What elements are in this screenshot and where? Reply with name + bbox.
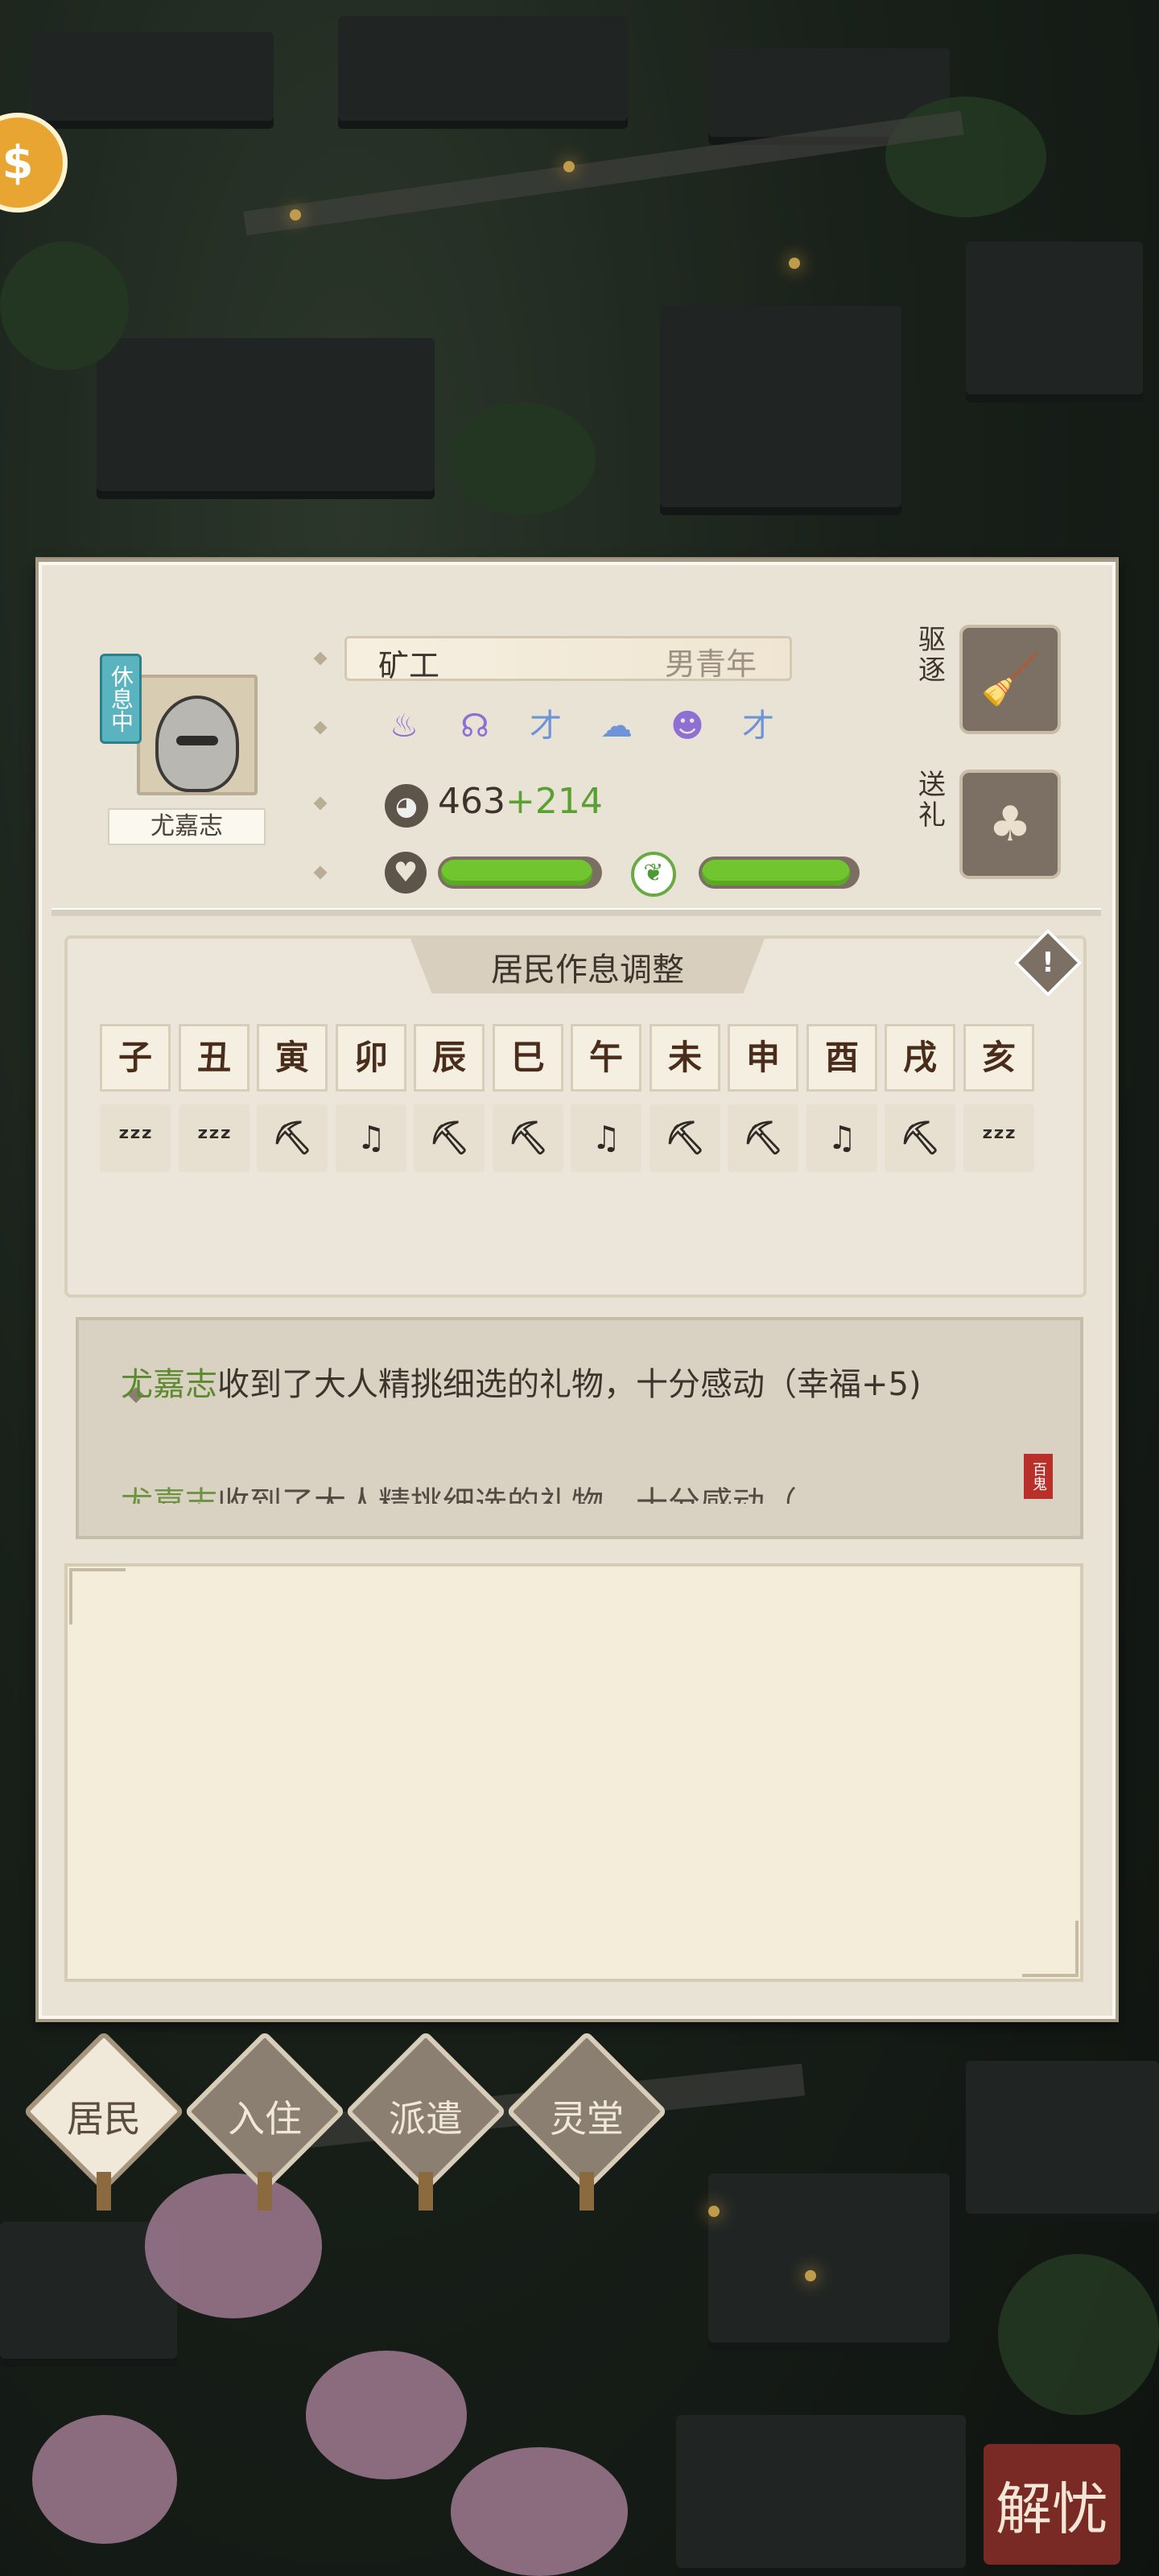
sleep-icon[interactable]: ᶻᶻᶻ <box>963 1104 1034 1172</box>
ability-value: 463+214 <box>438 781 603 822</box>
heart-icon: ♥ <box>385 852 427 894</box>
music-rest-icon[interactable]: ♫ <box>806 1104 877 1172</box>
blue-brush-icon[interactable]: 才 <box>739 707 777 745</box>
happiness-bar <box>438 857 602 889</box>
tab-residents[interactable]: 居民 <box>23 2030 185 2211</box>
sleep-icon[interactable]: ᶻᶻᶻ <box>179 1104 250 1172</box>
blue-fish-icon[interactable]: ☁ <box>597 707 636 745</box>
hour-slot: 亥 <box>963 1024 1034 1092</box>
gender-age: 男青年 <box>665 646 757 682</box>
hour-slot: 申 <box>728 1024 798 1092</box>
hour-slot: 午 <box>571 1024 641 1092</box>
hour-slot: 寅 <box>257 1024 328 1092</box>
content-area <box>64 1563 1083 1982</box>
relieve-worries-button[interactable]: 解忧 <box>984 2444 1120 2565</box>
avatar[interactable] <box>137 675 258 795</box>
hour-slot: 卯 <box>336 1024 406 1092</box>
resident-name: 尤嘉志 <box>108 808 266 845</box>
tab-label: 灵堂 <box>550 2097 624 2140</box>
hour-slot: 子 <box>100 1024 171 1092</box>
divider <box>52 908 1101 916</box>
log-entry-name: 尤嘉志 <box>121 1366 217 1403</box>
gift-bag-icon: ♣ <box>988 796 1032 852</box>
tab-label: 居民 <box>67 2097 141 2140</box>
hour-slot: 未 <box>650 1024 720 1092</box>
tab-dispatch[interactable]: 派遣 <box>344 2030 507 2211</box>
pickaxe-icon[interactable]: ⛏ <box>257 1104 328 1172</box>
log-entry-text: 收到了大人精挑细选的礼物，十分感动（幸福+5) <box>217 1366 922 1403</box>
purple-flame-icon[interactable]: ♨ <box>385 707 423 745</box>
tab-label: 入住 <box>228 2097 302 2140</box>
hour-slot: 酉 <box>806 1024 877 1092</box>
energy-bar <box>699 857 860 889</box>
avatar-portrait-icon <box>155 696 239 792</box>
job-title: 矿工 <box>378 648 440 683</box>
purple-hood-icon[interactable]: ☊ <box>456 707 494 745</box>
seal-stamp: 百鬼 <box>1024 1454 1053 1499</box>
music-rest-icon[interactable]: ♫ <box>336 1104 406 1172</box>
tab-memorial-hall[interactable]: 灵堂 <box>505 2030 668 2211</box>
gift-button[interactable]: ♣ <box>959 770 1061 879</box>
broom-icon: 🧹 <box>980 651 1041 708</box>
ability-icon: ◕ <box>385 784 428 828</box>
happiness-bar-fill <box>441 860 593 886</box>
blue-brush-icon[interactable]: 才 <box>526 707 565 745</box>
energy-bar-fill <box>702 860 851 886</box>
ability-base: 463 <box>438 781 505 822</box>
music-rest-icon[interactable]: ♫ <box>571 1104 641 1172</box>
corner-ornament-icon <box>69 1568 126 1624</box>
pickaxe-icon[interactable]: ⛏ <box>414 1104 485 1172</box>
corner-ornament-icon <box>1022 1921 1079 1977</box>
tab-move-in[interactable]: 入住 <box>184 2030 346 2211</box>
status-badge: 休息中 <box>100 654 142 744</box>
tab-label: 派遣 <box>389 2097 463 2140</box>
hour-slot: 辰 <box>414 1024 485 1092</box>
hour-slot: 戌 <box>885 1024 955 1092</box>
pickaxe-icon[interactable]: ⛏ <box>885 1104 955 1172</box>
ability-bonus: +214 <box>505 781 603 822</box>
purple-pig-icon[interactable]: ☻ <box>668 707 707 745</box>
gift-label: 送礼 <box>918 769 946 832</box>
pickaxe-icon[interactable]: ⛏ <box>650 1104 720 1172</box>
leaf-icon: ❦ <box>631 852 676 897</box>
expel-button[interactable]: 🧹 <box>959 625 1061 734</box>
pickaxe-icon[interactable]: ⛏ <box>493 1104 563 1172</box>
hour-slot: 巳 <box>493 1024 563 1092</box>
sleep-icon[interactable]: ᶻᶻᶻ <box>100 1104 171 1172</box>
hour-slot: 丑 <box>179 1024 250 1092</box>
pickaxe-icon[interactable]: ⛏ <box>728 1104 798 1172</box>
log-entry: 尤嘉志收到了大人精挑细选的礼物，十分感动（幸福+5) <box>121 1360 974 1457</box>
schedule-title: 居民作息调整 <box>491 952 684 989</box>
expel-label: 驱逐 <box>918 624 946 687</box>
